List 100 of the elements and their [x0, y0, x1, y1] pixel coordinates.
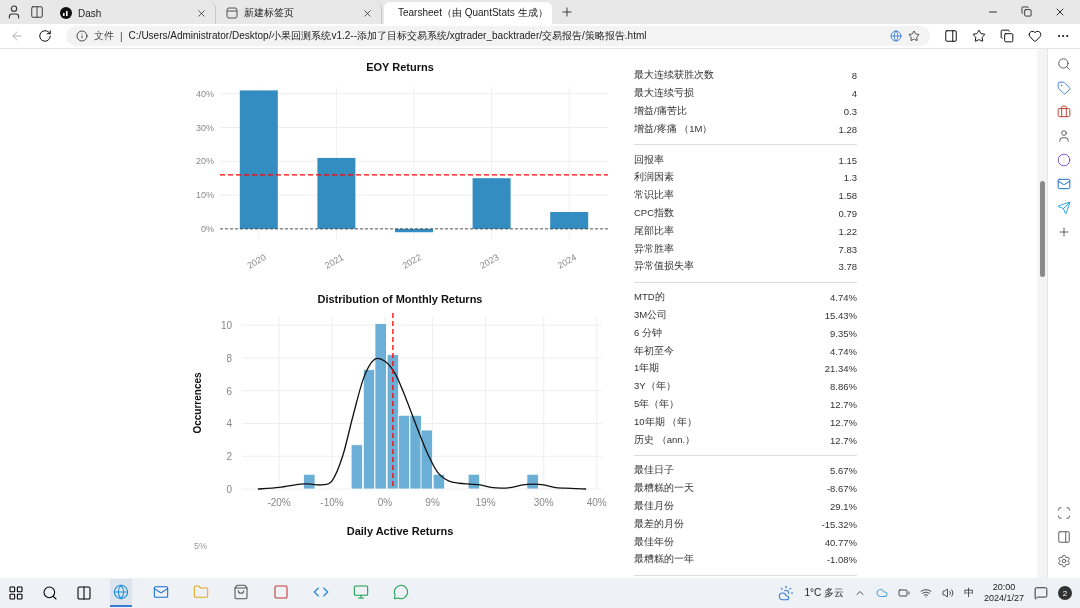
reload-icon[interactable]: [38, 29, 52, 43]
metric-label: 3Y（年）: [634, 380, 676, 394]
clock-date: 2024/1/27: [983, 593, 1024, 604]
metric-value: 29.1%: [830, 500, 857, 512]
metric-label: 最佳日子: [634, 464, 674, 478]
metric-label: 增益/疼痛 （1M）: [634, 122, 713, 136]
axis-label: 4: [226, 418, 232, 430]
metric-label: 1年期: [634, 362, 660, 376]
metric-label: 回报率: [634, 153, 664, 167]
axis-label: 6: [226, 385, 232, 397]
mail-icon[interactable]: [1057, 177, 1071, 191]
axis-label: 2024: [555, 252, 579, 271]
bar: [303, 473, 316, 490]
screenshot-icon[interactable]: [1057, 506, 1071, 520]
bar: [317, 157, 356, 229]
wifi-icon[interactable]: [919, 587, 932, 599]
clock-time: 20:00: [992, 582, 1016, 593]
address-prefix: 文件: [94, 29, 114, 43]
axis-label: 2021: [323, 252, 346, 271]
monitor-icon[interactable]: [353, 584, 369, 600]
browser-tab[interactable]: Tearsheet（由 QuantStats 生成）: [384, 2, 552, 24]
chart-title: EOY Returns: [365, 60, 435, 75]
axis-label: 10: [220, 320, 232, 332]
axis-label: 10%: [196, 190, 214, 201]
metric-label: 尾部比率: [634, 224, 674, 238]
metric-value: 7.83: [838, 243, 857, 255]
circle-icon[interactable]: [1057, 153, 1071, 167]
split-screen-icon[interactable]: [944, 29, 958, 43]
weather-icon[interactable]: [778, 585, 795, 601]
cloud-icon[interactable]: [875, 587, 888, 599]
metric-label: 最差的月份: [634, 517, 684, 531]
sidebar-icon[interactable]: [1057, 530, 1071, 544]
favorites-icon[interactable]: [972, 29, 986, 43]
metric-label: 最大连续获胜次数: [634, 69, 714, 83]
store-icon[interactable]: [233, 584, 249, 600]
metric-label: 最大连续亏损: [634, 87, 694, 101]
metric-label: MTD的: [634, 291, 665, 305]
axis-label: 2022: [400, 252, 423, 271]
metric-label: 最糟糕的一天: [634, 482, 694, 496]
metric-value: -1.08%: [826, 554, 857, 566]
scrollbar-thumb[interactable]: [1039, 181, 1045, 277]
page-icon: [226, 7, 238, 19]
address-bar[interactable]: 文件 | C:/Users/Administrator/Desktop/小果回测系统v1.2--添加了目标交易系统/xgtrader_backtrader/交易报告/策略报告.html: [66, 26, 930, 46]
axis-label: 2: [226, 451, 232, 463]
send-icon[interactable]: [1057, 201, 1071, 215]
search-icon[interactable]: [42, 585, 58, 601]
ime-indicator[interactable]: 中: [963, 586, 974, 600]
metric-value: 12.7%: [830, 434, 857, 446]
close-icon[interactable]: [362, 7, 373, 19]
briefcase-icon[interactable]: [1057, 105, 1071, 119]
axis-label: 0%: [201, 223, 214, 234]
metric-label: 3M公司: [634, 308, 668, 322]
metric-label: 10年期 （年）: [634, 415, 698, 429]
person-icon[interactable]: [1057, 129, 1071, 143]
axis-label: 8: [226, 352, 232, 364]
info-icon[interactable]: [76, 30, 88, 42]
task-view-icon[interactable]: [76, 585, 92, 601]
bar: [472, 178, 511, 229]
metric-value: 1.28: [838, 123, 857, 135]
axis-label: 30%: [196, 122, 214, 133]
new-tab-icon[interactable]: [560, 5, 574, 19]
windows-icon[interactable]: [8, 585, 24, 601]
axis-label: 40%: [586, 497, 607, 508]
close-icon[interactable]: [196, 7, 207, 19]
notification-icon[interactable]: [1034, 586, 1048, 600]
metric-value: 1.15: [838, 154, 857, 166]
metric-value: 5.67%: [830, 465, 857, 477]
chat-icon[interactable]: [393, 584, 409, 600]
volume-icon[interactable]: [941, 587, 954, 599]
notification-badge: 2: [1058, 586, 1072, 600]
metric-label: 增益/痛苦比: [634, 105, 687, 118]
metric-label: 常识比率: [634, 189, 674, 203]
metric-value: 0.3: [843, 106, 857, 117]
chart-title: Daily Active Returns: [345, 524, 455, 539]
code-editor-icon[interactable]: [313, 584, 329, 600]
metric-value: 1.22: [838, 225, 857, 237]
metric-value: 0.79: [838, 207, 857, 219]
tab-actions-icon[interactable]: [30, 5, 44, 19]
axis-label: 19%: [475, 497, 496, 508]
restore-icon[interactable]: [1021, 6, 1032, 17]
axis-label: 2023: [478, 252, 501, 271]
metric-value: 8: [851, 70, 857, 82]
axis-label: 0%: [377, 497, 393, 508]
chart-title: Distribution of Monthly Returns: [316, 292, 484, 307]
browser-icon[interactable]: [113, 584, 129, 600]
metric-label: 6 分钟: [634, 326, 662, 340]
metric-label: 最糟糕的一年: [634, 553, 694, 567]
bar: [550, 212, 589, 229]
close-icon[interactable]: [1054, 6, 1066, 18]
favorite-icon[interactable]: [908, 30, 920, 42]
metric-label: 异常值损失率: [634, 260, 694, 274]
profile-icon[interactable]: [6, 4, 22, 20]
metric-label: 历史 （ann.）: [634, 433, 696, 447]
axis-label: 5%: [193, 541, 208, 551]
tag-icon[interactable]: [1057, 81, 1071, 95]
metric-label: 最佳年份: [634, 535, 674, 549]
mail-icon[interactable]: [153, 584, 169, 600]
collections-icon[interactable]: [1000, 29, 1014, 43]
settings-icon[interactable]: [1057, 554, 1071, 568]
metric-value: 12.7%: [830, 416, 857, 428]
